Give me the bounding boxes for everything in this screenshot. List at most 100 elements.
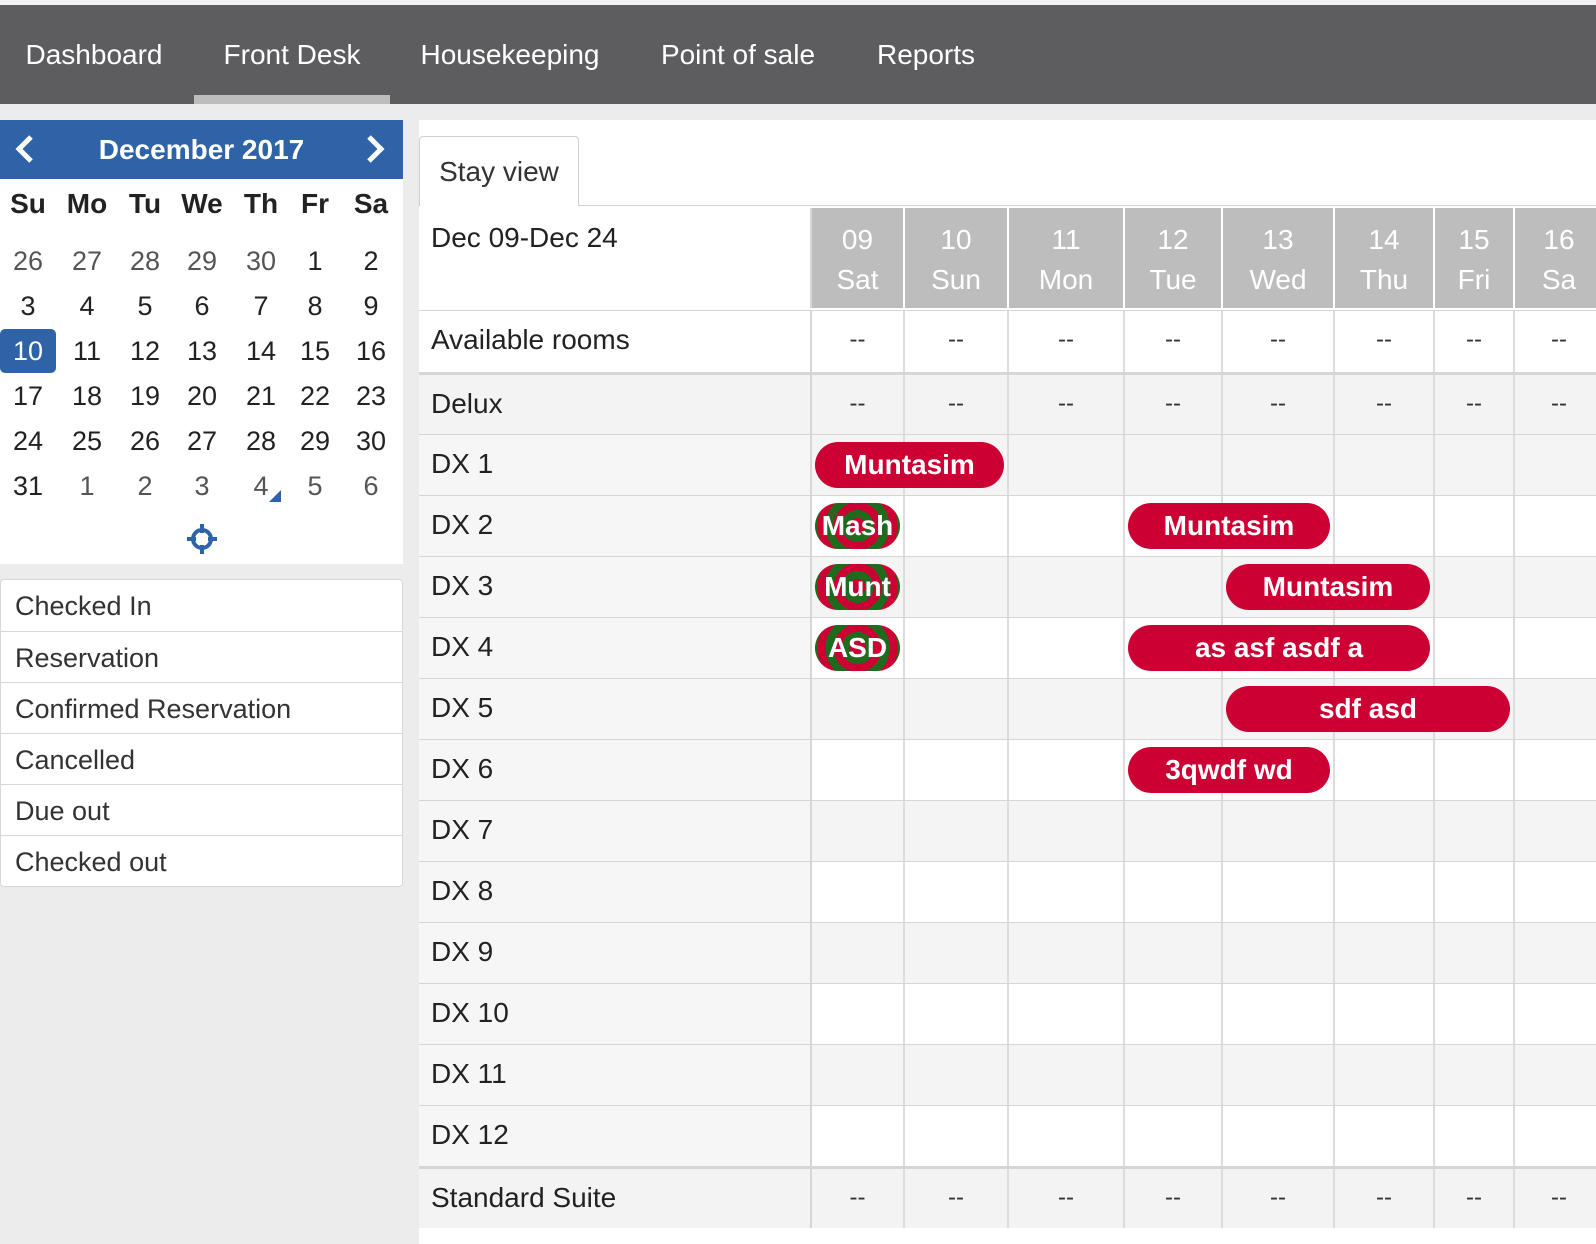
day-column-header[interactable]: 13 Wed xyxy=(1223,208,1335,308)
nav-dashboard[interactable]: Dashboard xyxy=(0,5,188,104)
next-month-button[interactable] xyxy=(350,120,400,179)
booking-cell[interactable] xyxy=(812,1106,905,1166)
calendar-day[interactable]: 19 xyxy=(117,374,173,418)
booking-bar[interactable]: sdf asd xyxy=(1226,686,1510,732)
booking-cell[interactable] xyxy=(1335,435,1435,495)
booking-cell[interactable] xyxy=(812,679,905,739)
booking-cell[interactable] xyxy=(1335,1045,1435,1105)
legend-reservation[interactable]: Reservation xyxy=(0,632,403,683)
calendar-day[interactable]: 31 xyxy=(0,464,56,508)
booking-cell[interactable] xyxy=(1125,984,1223,1044)
calendar-day[interactable]: 9 xyxy=(343,284,399,328)
calendar-day[interactable]: 20 xyxy=(174,374,230,418)
booking-cell[interactable] xyxy=(1223,435,1335,495)
booking-cell[interactable] xyxy=(1125,801,1223,861)
nav-point-of-sale[interactable]: Point of sale xyxy=(630,5,846,104)
booking-cell[interactable] xyxy=(812,862,905,922)
booking-cell[interactable] xyxy=(1125,923,1223,983)
booking-cell[interactable] xyxy=(905,1045,1009,1105)
booking-cell[interactable] xyxy=(1515,435,1596,495)
booking-cell[interactable] xyxy=(905,557,1009,617)
day-column-header[interactable]: 10 Sun xyxy=(905,208,1009,308)
booking-cell[interactable] xyxy=(905,862,1009,922)
booking-cell[interactable] xyxy=(1435,984,1515,1044)
calendar-day[interactable]: 5 xyxy=(117,284,173,328)
calendar-day[interactable]: 26 xyxy=(117,419,173,463)
legend-confirmed-reservation[interactable]: Confirmed Reservation xyxy=(0,683,403,734)
calendar-day[interactable]: 6 xyxy=(343,464,399,508)
booking-cell[interactable] xyxy=(905,1106,1009,1166)
booking-cell[interactable] xyxy=(1515,1106,1596,1166)
nav-front-desk[interactable]: Front Desk xyxy=(194,5,390,104)
legend-cancelled[interactable]: Cancelled xyxy=(0,734,403,785)
calendar-day-selected[interactable]: 10 xyxy=(0,329,56,373)
calendar-day[interactable]: 2 xyxy=(343,239,399,283)
legend-checked-out[interactable]: Checked out xyxy=(0,836,403,887)
booking-cell[interactable] xyxy=(1223,1045,1335,1105)
booking-cell[interactable] xyxy=(1515,740,1596,800)
booking-cell[interactable] xyxy=(1435,740,1515,800)
booking-cell[interactable] xyxy=(1125,557,1223,617)
booking-cell[interactable] xyxy=(1435,801,1515,861)
booking-cell[interactable] xyxy=(1335,984,1435,1044)
calendar-day[interactable]: 3 xyxy=(0,284,56,328)
calendar-day[interactable]: 1 xyxy=(287,239,343,283)
booking-cell[interactable] xyxy=(1515,618,1596,678)
calendar-day[interactable]: 17 xyxy=(0,374,56,418)
booking-cell[interactable] xyxy=(905,801,1009,861)
booking-cell[interactable] xyxy=(1125,1045,1223,1105)
calendar-day[interactable]: 12 xyxy=(117,329,173,373)
booking-bar[interactable]: Muntasim xyxy=(1128,503,1330,549)
booking-cell[interactable] xyxy=(1435,435,1515,495)
booking-cell[interactable] xyxy=(812,1045,905,1105)
calendar-day[interactable]: 3 xyxy=(174,464,230,508)
calendar-day[interactable]: 2 xyxy=(117,464,173,508)
booking-cell[interactable] xyxy=(1515,862,1596,922)
booking-cell[interactable] xyxy=(1009,984,1125,1044)
booking-cell[interactable] xyxy=(1335,740,1435,800)
calendar-day[interactable]: 13 xyxy=(174,329,230,373)
calendar-day[interactable]: 24 xyxy=(0,419,56,463)
calendar-day[interactable]: 22 xyxy=(287,374,343,418)
booking-cell[interactable] xyxy=(1009,679,1125,739)
booking-cell[interactable] xyxy=(1125,435,1223,495)
booking-cell[interactable] xyxy=(1009,801,1125,861)
calendar-day[interactable]: 25 xyxy=(59,419,115,463)
calendar-day[interactable]: 29 xyxy=(174,239,230,283)
calendar-day[interactable]: 8 xyxy=(287,284,343,328)
booking-cell[interactable] xyxy=(1125,1106,1223,1166)
booking-cell[interactable] xyxy=(905,496,1009,556)
booking-cell[interactable] xyxy=(1009,435,1125,495)
tab-stay-view[interactable]: Stay view xyxy=(419,136,579,206)
booking-cell[interactable] xyxy=(1223,801,1335,861)
booking-cell[interactable] xyxy=(812,801,905,861)
booking-cell[interactable] xyxy=(1435,1045,1515,1105)
booking-cell[interactable] xyxy=(1435,557,1515,617)
calendar-day[interactable]: 11 xyxy=(59,329,115,373)
booking-cell[interactable] xyxy=(1009,862,1125,922)
nav-reports[interactable]: Reports xyxy=(856,5,996,104)
booking-bar[interactable]: as asf asdf a xyxy=(1128,625,1430,671)
booking-cell[interactable] xyxy=(1009,923,1125,983)
calendar-day[interactable]: 23 xyxy=(343,374,399,418)
booking-cell[interactable] xyxy=(905,740,1009,800)
legend-due-out[interactable]: Due out xyxy=(0,785,403,836)
booking-cell[interactable] xyxy=(1009,740,1125,800)
booking-cell[interactable] xyxy=(1515,496,1596,556)
calendar-day[interactable]: 6 xyxy=(174,284,230,328)
day-column-header[interactable]: 11 Mon xyxy=(1009,208,1125,308)
booking-cell[interactable] xyxy=(1009,557,1125,617)
booking-cell[interactable] xyxy=(812,984,905,1044)
calendar-day[interactable]: 16 xyxy=(343,329,399,373)
booking-cell[interactable] xyxy=(1515,923,1596,983)
booking-cell[interactable] xyxy=(1435,923,1515,983)
calendar-day[interactable]: 5 xyxy=(287,464,343,508)
calendar-day[interactable]: 26 xyxy=(0,239,56,283)
calendar-day[interactable]: 7 xyxy=(233,284,289,328)
booking-cell[interactable] xyxy=(1223,1106,1335,1166)
calendar-day[interactable]: 30 xyxy=(343,419,399,463)
day-column-header[interactable]: 16 Sa xyxy=(1515,208,1596,308)
day-column-header[interactable]: 12 Tue xyxy=(1125,208,1223,308)
booking-cell[interactable] xyxy=(1515,984,1596,1044)
calendar-day[interactable]: 14 xyxy=(233,329,289,373)
